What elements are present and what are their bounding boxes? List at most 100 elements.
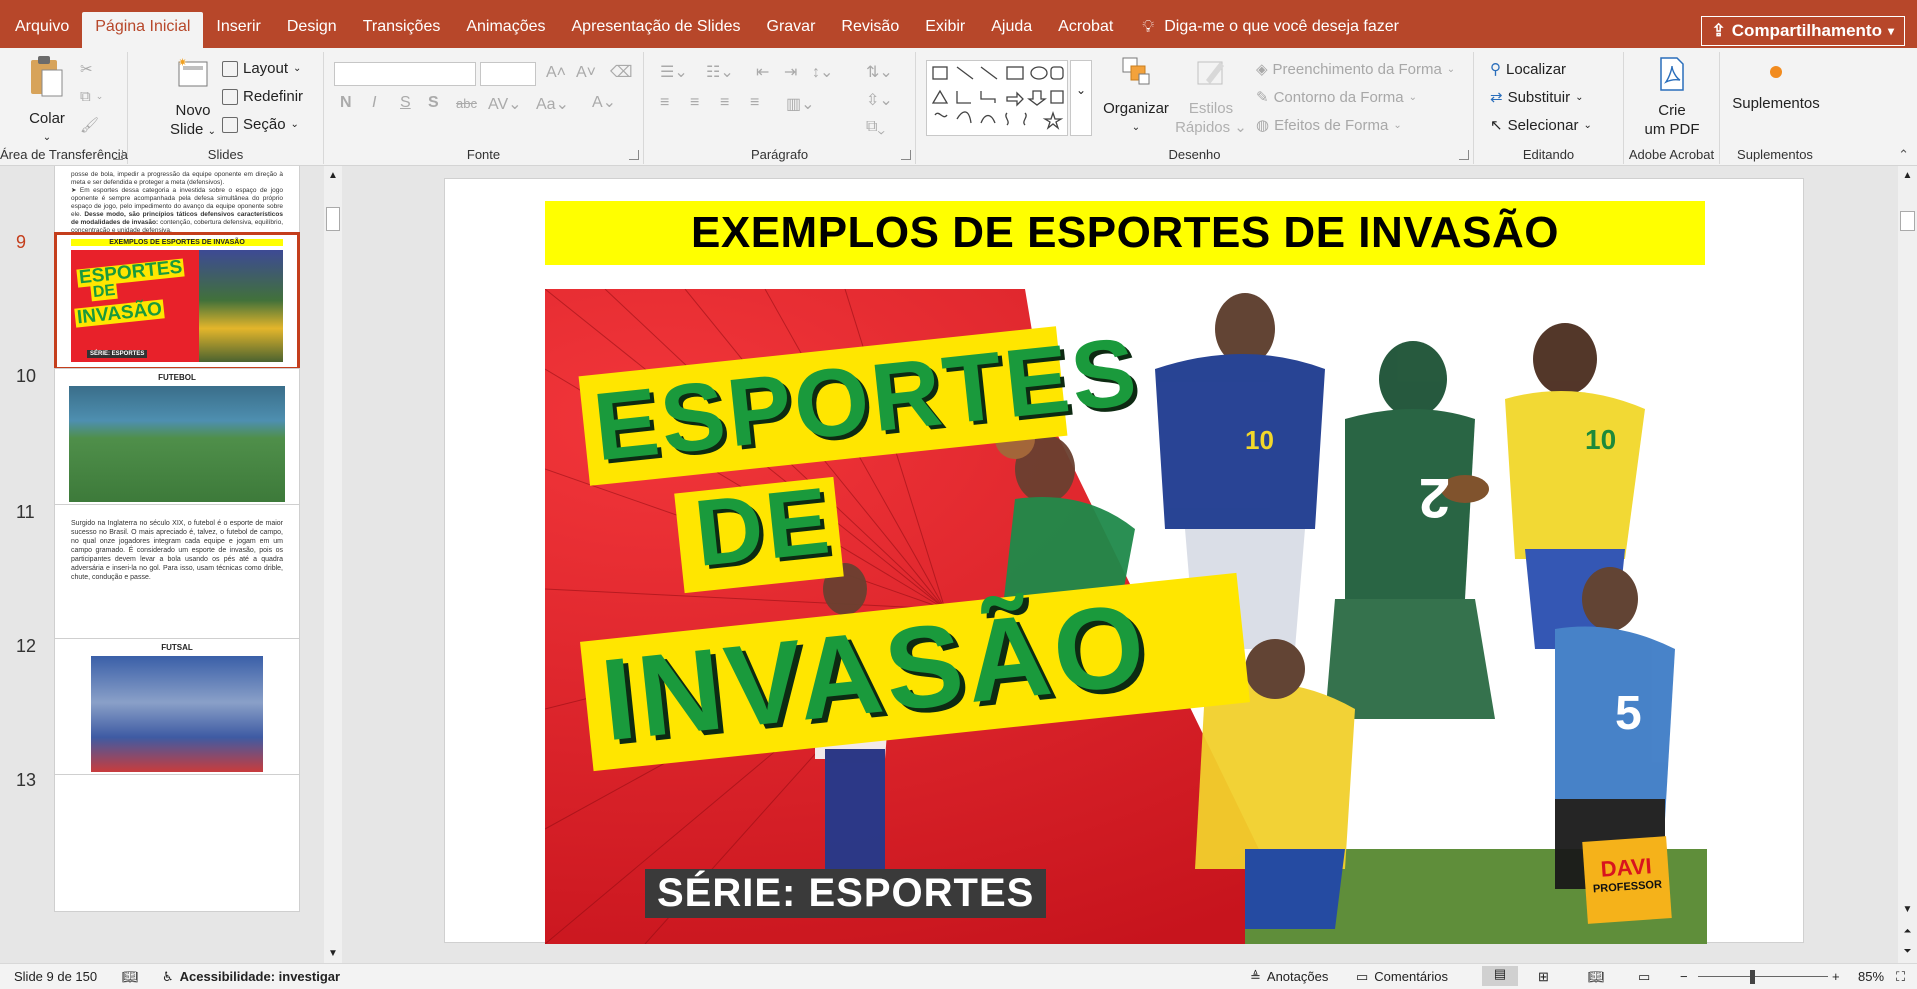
tab-p-gina-inicial[interactable]: Página Inicial [82,12,204,48]
font-size-combo[interactable] [480,62,536,86]
shape-effects-button[interactable]: ◍ Efeitos de Forma ⌄ [1256,116,1402,135]
comments-label: Comentários [1374,969,1448,984]
accessibility-button[interactable]: ♿︎ Acessibilidade: investigar [162,969,340,985]
shape-outline-button[interactable]: ✎ Contorno da Forma ⌄ [1256,88,1417,107]
spacing-icon[interactable]: AV⌄ [488,94,522,114]
shadow-icon[interactable]: S [428,94,439,112]
paste-button[interactable]: Colar ⌄ [20,54,74,147]
shrink-font-icon[interactable]: A˅ [576,64,596,82]
find-button[interactable]: ⚲ Localizar [1490,60,1566,79]
tab-transi-es[interactable]: Transições [350,12,454,48]
scrollbar-thumb[interactable] [1900,211,1915,231]
notes-button[interactable]: ≜ Anotações [1250,969,1328,985]
zoom-level[interactable]: 85% [1858,969,1884,984]
case-icon[interactable]: Aa⌄ [536,94,569,114]
dialog-launcher-icon[interactable] [113,150,123,160]
fit-slide-icon[interactable]: ⛶ [1896,969,1905,985]
cut-button[interactable]: ✂ [80,60,93,78]
columns-icon[interactable]: ▥⌄ [786,94,815,114]
thumbnail-slide-12[interactable]: FUTSAL [54,638,300,776]
shape-fill-button[interactable]: ◈ Preenchimento da Forma ⌄ [1256,60,1455,79]
addins-button[interactable]: Suplementos [1728,60,1824,113]
dialog-launcher-icon[interactable] [901,150,911,160]
copy-button[interactable]: ⧉ ⌄ [80,88,103,105]
slide-title-box[interactable]: EXEMPLOS DE ESPORTES DE INVASÃO [545,201,1705,265]
thumbnail-slide-9[interactable]: EXEMPLOS DE ESPORTES DE INVASÃO ESPORTES… [54,232,300,370]
shapes-gallery[interactable] [926,60,1068,136]
slideshow-icon[interactable]: ▭ [1638,969,1650,985]
bullets-icon[interactable]: ☰⌄ [660,62,688,82]
current-slide[interactable]: EXEMPLOS DE ESPORTES DE INVASÃO 10 2 10 … [444,178,1804,944]
grow-font-icon[interactable]: A˄ [546,64,566,82]
shapes-more-button[interactable]: ⌄ [1070,60,1092,136]
slides-group-label: Slides [207,147,244,162]
zoom-out-icon[interactable]: − [1680,969,1688,984]
section-button[interactable]: Seção ⌄ [222,116,299,133]
tab-exibir[interactable]: Exibir [912,12,978,48]
tab-design[interactable]: Design [274,12,350,48]
align-left-icon[interactable]: ≡ [660,94,669,112]
format-painter-button[interactable]: 🖌︎ [80,116,99,134]
align-center-icon[interactable]: ≡ [690,94,699,112]
font-name-combo[interactable] [334,62,476,86]
zoom-in-icon[interactable]: + [1832,969,1840,984]
spelling-icon[interactable]: 📖︎ [122,969,139,985]
replace-button[interactable]: ⇄ Substituir ⌄ [1490,88,1584,107]
underline-icon[interactable]: S [400,94,411,112]
tab-apresenta-o-de-slides[interactable]: Apresentação de Slides [559,12,754,48]
select-button[interactable]: ↖ Selecionar ⌄ [1490,116,1592,135]
scroll-up-icon[interactable]: ▲ [324,170,342,181]
thumbnail-slide-13[interactable] [54,774,300,912]
slide-scrollbar[interactable]: ▲ ▼ ⏶ ⏷ [1898,166,1917,963]
tab-revis-o[interactable]: Revisão [828,12,912,48]
reset-button[interactable]: Redefinir [222,88,303,105]
slide-sorter-icon[interactable]: ⊞ [1538,969,1549,985]
normal-view-icon[interactable]: ▤ [1482,966,1518,986]
reading-view-icon[interactable]: 📖︎ [1588,969,1605,985]
dialog-launcher-icon[interactable] [1459,150,1469,160]
align-right-icon[interactable]: ≡ [720,94,729,112]
thumbnail-scrollbar[interactable]: ▲ ▼ [324,166,342,963]
chevron-down-icon: ⌄ [95,91,104,101]
quick-styles-button[interactable]: Estilos Rápidos ⌄ [1174,54,1248,137]
increase-indent-icon[interactable]: ⇥ [784,62,797,82]
tab-inserir[interactable]: Inserir [203,12,273,48]
new-slide-button[interactable]: ✷ Novo Slide ⌄ [166,56,220,141]
clear-format-icon[interactable]: ⌫ [610,62,633,82]
zoom-slider[interactable] [1698,976,1828,977]
font-color-icon[interactable]: A⌄ [592,92,616,112]
justify-icon[interactable]: ≡ [750,94,759,112]
align-text-icon[interactable]: ⇳⌄ [866,90,893,110]
text-direction-icon[interactable]: ⇅⌄ [866,62,893,82]
arrange-button[interactable]: Organizar ⌄ [1098,54,1174,137]
tab-ajuda[interactable]: Ajuda [978,12,1045,48]
scroll-down-icon[interactable]: ▼ [324,948,342,959]
scroll-down-icon[interactable]: ▼ [1898,904,1917,915]
bold-icon[interactable]: N [340,94,352,112]
numbering-icon[interactable]: ☷⌄ [706,62,734,82]
line-spacing-icon[interactable]: ↕⌄ [812,62,833,82]
zoom-slider-thumb[interactable] [1750,970,1755,984]
italic-icon[interactable]: I [372,94,376,112]
slide-image[interactable]: 10 2 10 5 ESPORTES DE INVASÃO SÉRIE: ESP… [545,289,1707,944]
create-pdf-button[interactable]: Crie um PDF [1640,56,1704,139]
collapse-ribbon-icon[interactable]: ⌃ [1898,147,1909,163]
share-button[interactable]: ⇪ Compartilhamento ▾ [1700,16,1905,46]
tell-me-box[interactable]: 💡︎ Diga-me o que você deseja fazer [1142,12,1399,48]
smartart-icon[interactable]: ⧉⌄ [866,118,885,136]
thumbnail-slide-10[interactable]: FUTEBOL [54,368,300,506]
dialog-launcher-icon[interactable] [629,150,639,160]
layout-button[interactable]: Layout ⌄ [222,60,301,77]
tab-arquivo[interactable]: Arquivo [2,12,82,48]
scroll-up-icon[interactable]: ▲ [1898,170,1917,181]
strikethrough-icon[interactable]: abc [456,96,477,111]
tab-gravar[interactable]: Gravar [754,12,829,48]
decrease-indent-icon[interactable]: ⇤ [756,62,769,82]
next-slide-icon[interactable]: ⏷ [1898,946,1917,957]
scrollbar-thumb[interactable] [326,207,340,231]
thumbnail-slide-11[interactable]: Surgido na Inglaterra no século XIX, o f… [54,504,300,642]
previous-slide-icon[interactable]: ⏶ [1898,926,1917,937]
tab-anima-es[interactable]: Animações [453,12,558,48]
tab-acrobat[interactable]: Acrobat [1045,12,1126,48]
comments-button[interactable]: ▭ Comentários [1356,969,1448,985]
